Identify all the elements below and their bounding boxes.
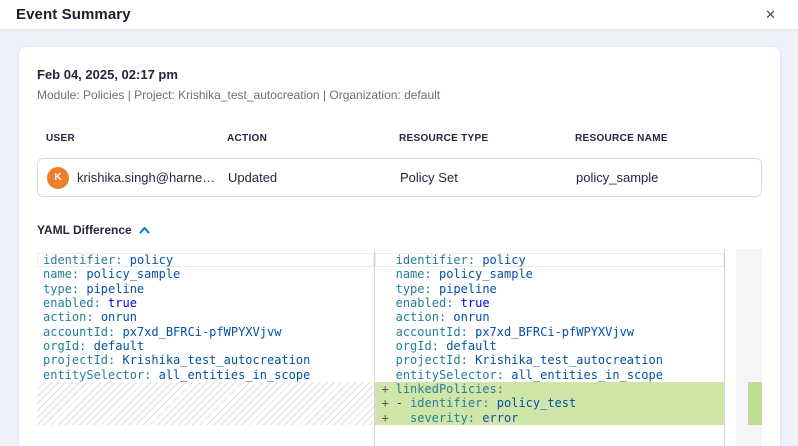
diff-line: identifier: policy <box>375 253 725 267</box>
ruler-added-marker <box>748 382 762 425</box>
event-meta: Module: Policies | Project: Krishika_tes… <box>37 88 762 102</box>
resource-type-cell: Policy Set <box>400 170 576 185</box>
diff-pane-modified[interactable]: identifier: policyname: policy_sampletyp… <box>375 249 726 446</box>
diff-gap <box>725 249 736 446</box>
diff-line: projectId: Krishika_test_autocreation <box>37 353 374 367</box>
resource-name-cell: policy_sample <box>576 170 752 185</box>
diff-line: action: onrun <box>375 310 725 324</box>
diff-line: identifier: policy <box>37 253 374 267</box>
diff-line: enabled: true <box>375 296 725 310</box>
event-summary-modal: Event Summary ✕ Feb 04, 2025, 02:17 pm M… <box>0 0 798 446</box>
close-icon[interactable]: ✕ <box>763 6 778 23</box>
yaml-difference-toggle[interactable]: YAML Difference <box>37 223 150 237</box>
page-title: Event Summary <box>16 6 131 23</box>
column-header-resource-name: RESOURCE NAME <box>575 133 753 144</box>
avatar: K <box>47 167 69 189</box>
diff-line-added: +severity: error <box>375 411 725 425</box>
event-card: Feb 04, 2025, 02:17 pm Module: Policies … <box>18 46 781 446</box>
column-header-resource-type: RESOURCE TYPE <box>399 133 575 144</box>
modal-header: Event Summary ✕ <box>0 0 798 30</box>
diff-line: enabled: true <box>37 296 374 310</box>
event-timestamp: Feb 04, 2025, 02:17 pm <box>37 67 762 82</box>
column-header-user: USER <box>46 133 227 144</box>
diff-line: projectId: Krishika_test_autocreation <box>375 353 725 367</box>
diff-line: accountId: px7xd_BFRCi-pfWPYXVjvw <box>375 325 725 339</box>
user-email: krishika.singh@harne… <box>77 170 215 185</box>
diff-line: orgId: default <box>375 339 725 353</box>
diff-line: entitySelector: all_entities_in_scope <box>375 368 725 382</box>
diff-line-added: +- identifier: policy_test <box>375 396 725 410</box>
diff-line: type: pipeline <box>37 282 374 296</box>
diff-line: accountId: px7xd_BFRCi-pfWPYXVjvw <box>37 325 374 339</box>
table-row: K krishika.singh@harne… Updated Policy S… <box>37 158 762 197</box>
table-header-row: USER ACTION RESOURCE TYPE RESOURCE NAME <box>37 133 762 144</box>
diff-pane-original[interactable]: identifier: policyname: policy_sampletyp… <box>37 249 375 446</box>
diff-line: orgId: default <box>37 339 374 353</box>
yaml-diff-editor: identifier: policyname: policy_sampletyp… <box>37 249 762 446</box>
action-cell: Updated <box>228 170 400 185</box>
diff-overview-ruler[interactable] <box>736 249 762 446</box>
diff-line-added: +linkedPolicies: <box>375 382 725 396</box>
user-cell: K krishika.singh@harne… <box>47 167 228 189</box>
modal-body: Feb 04, 2025, 02:17 pm Module: Policies … <box>0 30 798 446</box>
diff-line: name: policy_sample <box>37 267 374 281</box>
chevron-up-icon <box>139 226 150 235</box>
diff-line: entitySelector: all_entities_in_scope <box>37 368 374 382</box>
diff-line: name: policy_sample <box>375 267 725 281</box>
column-header-action: ACTION <box>227 133 399 144</box>
diff-line: type: pipeline <box>375 282 725 296</box>
diff-line: action: onrun <box>37 310 374 324</box>
yaml-difference-label: YAML Difference <box>37 223 132 237</box>
diff-placeholder-hatch <box>37 382 374 425</box>
